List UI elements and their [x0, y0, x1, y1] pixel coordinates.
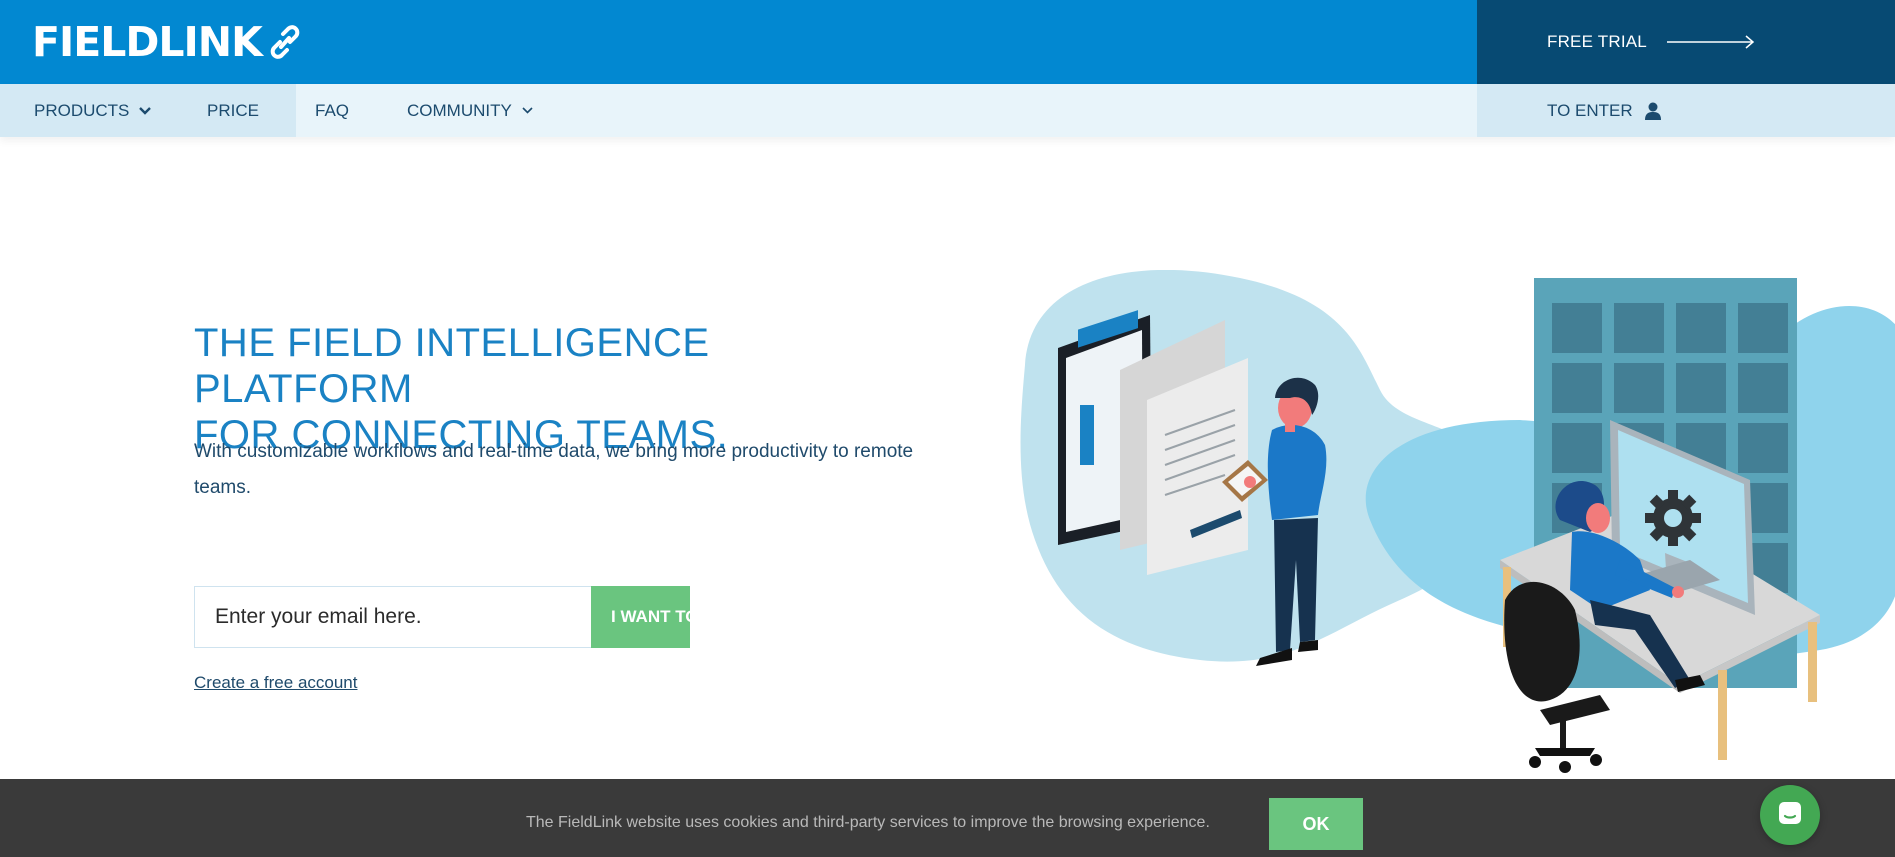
fieldlink-logo[interactable]: FIELDLINK: [32, 18, 300, 66]
nav-item-products-label: PRODUCTS: [34, 100, 130, 120]
nav-item-community-label: COMMUNITY: [407, 100, 512, 120]
chevron-down-icon: [522, 107, 533, 114]
nav-item-faq[interactable]: FAQ: [315, 84, 349, 137]
nav-item-price[interactable]: PRICE: [207, 84, 296, 137]
cookie-ok-button[interactable]: OK: [1269, 798, 1363, 850]
logo-text: FIELDLINK: [32, 18, 263, 66]
chevron-down-icon: [139, 106, 152, 115]
login-panel: TO ENTER: [1477, 84, 1895, 137]
try-button[interactable]: I WANT TO TRY: [591, 586, 690, 648]
link-icon: [270, 25, 300, 59]
hero-illustration: [1020, 270, 1895, 773]
create-account-link[interactable]: Create a free account: [194, 673, 357, 693]
hero-title-line1: THE FIELD INTELLIGENCE PLATFORM: [194, 321, 710, 411]
to-enter-label: TO ENTER: [1547, 100, 1633, 120]
email-input[interactable]: [194, 586, 591, 648]
arrow-right-icon: [1666, 35, 1755, 49]
nav-item-community[interactable]: COMMUNITY: [407, 84, 533, 137]
nav-item-faq-label: FAQ: [315, 100, 350, 120]
hero-subtitle: With customizable workflows and real-tim…: [194, 441, 914, 498]
chat-icon: [1776, 799, 1804, 832]
free-trial-label: FREE TRIAL: [1547, 32, 1647, 51]
signup-form: I WANT TO TRY: [194, 586, 690, 648]
free-trial-button[interactable]: FREE TRIAL: [1547, 32, 1755, 52]
free-trial-panel: FREE TRIAL: [1477, 0, 1895, 84]
chat-button[interactable]: [1760, 785, 1820, 845]
nav-item-price-label: PRICE: [207, 100, 259, 120]
to-enter-button[interactable]: TO ENTER: [1547, 101, 1661, 121]
cookie-message: The FieldLink website uses cookies and t…: [526, 814, 1210, 831]
user-icon: [1644, 102, 1661, 120]
